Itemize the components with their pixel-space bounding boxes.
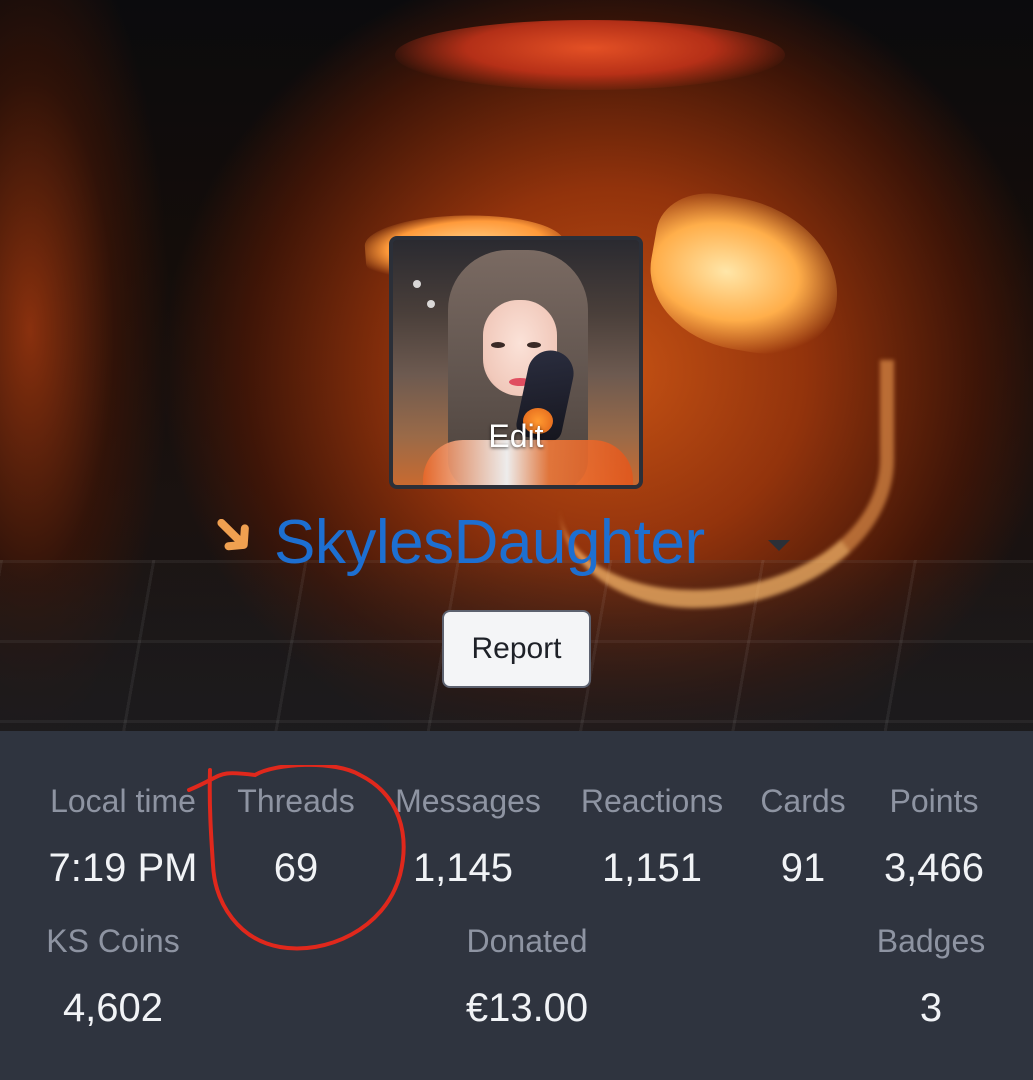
- avatar-eye: [491, 342, 505, 348]
- stat-value[interactable]: 1,145: [375, 844, 551, 892]
- avatar[interactable]: Edit: [389, 236, 643, 489]
- stat-label: KS Coins: [46, 923, 180, 959]
- stat-value: 7:19 PM: [48, 846, 198, 890]
- chevron-down-icon[interactable]: [768, 540, 790, 551]
- username-row: SkylesDaughter: [210, 505, 705, 580]
- stat-label[interactable]: Reactions: [568, 781, 736, 821]
- stat-threads[interactable]: Threads 69: [225, 781, 367, 892]
- stat-value: 4,602: [62, 986, 164, 1030]
- stat-cards[interactable]: Cards 91: [752, 781, 854, 892]
- stat-label[interactable]: Messages: [385, 781, 551, 821]
- banner-pumpkin-eye-right: [638, 184, 852, 366]
- stat-value[interactable]: 3,466: [870, 844, 998, 892]
- stat-points[interactable]: Points 3,466: [870, 781, 998, 892]
- avatar-bg-light: [413, 280, 421, 288]
- stat-local-time: Local time 7:19 PM: [38, 781, 208, 892]
- stat-value[interactable]: 3: [866, 984, 996, 1032]
- stat-reactions[interactable]: Reactions 1,151: [568, 781, 736, 892]
- stat-ks-coins: KS Coins 4,602: [38, 921, 188, 1032]
- avatar-bg-light: [427, 300, 435, 308]
- stat-messages[interactable]: Messages 1,145: [385, 781, 551, 892]
- stat-value[interactable]: 1,151: [568, 844, 736, 892]
- stat-value[interactable]: 91: [752, 844, 854, 892]
- avatar-eye: [527, 342, 541, 348]
- stat-label: Local time: [50, 783, 196, 819]
- stat-value: €13.00: [465, 986, 589, 1030]
- stat-label[interactable]: Badges: [866, 921, 996, 961]
- arrow-icon: [217, 518, 249, 550]
- stat-badges[interactable]: Badges 3: [866, 921, 996, 1032]
- avatar-edit-label[interactable]: Edit: [393, 418, 639, 455]
- stat-label[interactable]: Threads: [225, 781, 367, 821]
- stat-value[interactable]: 69: [225, 844, 367, 892]
- stat-label: Donated: [466, 923, 588, 959]
- stat-donated: Donated €13.00: [452, 921, 602, 1032]
- stat-label[interactable]: Points: [870, 781, 998, 821]
- report-button[interactable]: Report: [442, 610, 591, 688]
- stat-label[interactable]: Cards: [752, 781, 854, 821]
- banner-pumpkin-glow: [395, 20, 785, 90]
- username[interactable]: SkylesDaughter: [274, 505, 705, 580]
